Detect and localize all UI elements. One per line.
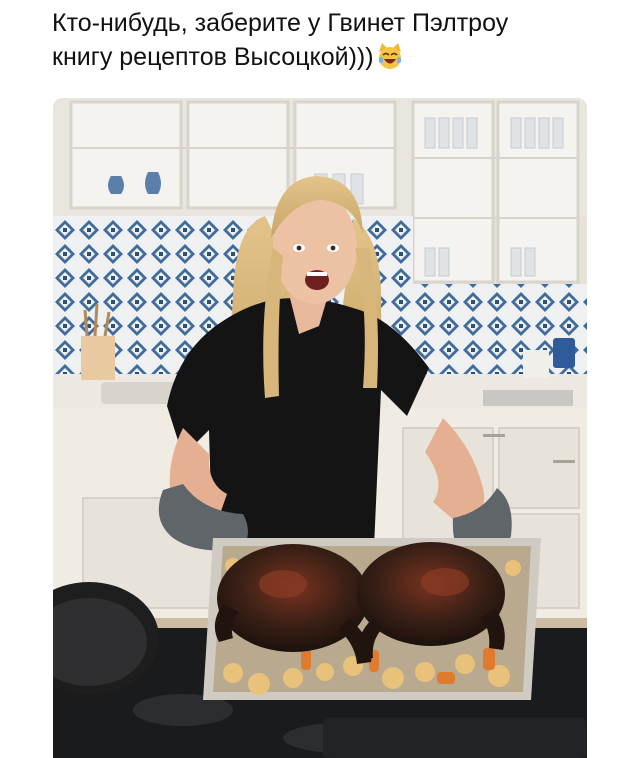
- laughing-cat-emoji-icon: [376, 42, 404, 70]
- post-caption: Кто-нибудь, заберите у Гвинет Пэлтроу кн…: [52, 6, 612, 74]
- post-frame: Кто-нибудь, заберите у Гвинет Пэлтроу кн…: [0, 0, 640, 758]
- caption-line-2: книгу рецептов Высоцкой))): [52, 40, 612, 74]
- kitchen-photo-illustration: [53, 98, 587, 758]
- bottle: [553, 338, 575, 368]
- caption-line-2-text: книгу рецептов Высоцкой))): [52, 43, 374, 71]
- caption-line-1: Кто-нибудь, заберите у Гвинет Пэлтроу: [52, 9, 509, 37]
- post-photo: [53, 98, 587, 758]
- baking-tray: [203, 538, 541, 700]
- cutting-board: [483, 390, 573, 406]
- container: [523, 350, 549, 378]
